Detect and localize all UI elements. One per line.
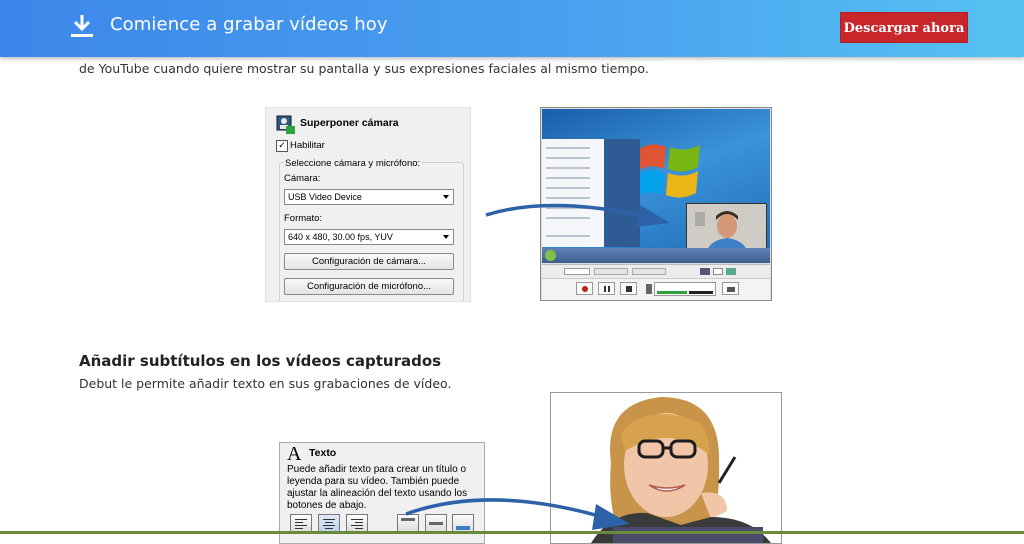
section-intro-text: de YouTube cuando quiere mostrar su pant… xyxy=(79,61,649,76)
enable-label: Habilitar xyxy=(290,140,325,151)
chevron-down-icon xyxy=(443,195,449,199)
text-caption-panel: A Texto Puede añadir texto para crear un… xyxy=(279,442,485,544)
download-now-button[interactable]: Descargar ahora xyxy=(840,12,968,43)
mic-settings-button[interactable]: Configuración de micrófono... xyxy=(284,278,454,295)
camera-label: Cámara: xyxy=(284,173,321,184)
section-heading: Añadir subtítulos en los vídeos capturad… xyxy=(79,352,442,370)
banner-title: Comience a grabar vídeos hoy xyxy=(110,14,388,35)
pause-button[interactable] xyxy=(598,282,615,295)
format-select-value: 640 x 480, 30.00 fps, YUV xyxy=(288,232,393,242)
desktop-wallpaper xyxy=(542,109,770,263)
webcam-overlay-icon xyxy=(276,115,295,134)
video-preview-photo xyxy=(550,392,782,544)
desktop-screenshot xyxy=(540,107,772,301)
camera-overlay-panel: Superponer cámara ✓ Habilitar Seleccione… xyxy=(265,107,471,302)
camera-select-value: USB Video Device xyxy=(288,192,362,202)
level-meter-icon xyxy=(646,284,652,294)
enable-checkbox[interactable]: ✓ xyxy=(276,140,288,152)
format-select[interactable]: 640 x 480, 30.00 fps, YUV xyxy=(284,229,454,245)
camera-select[interactable]: USB Video Device xyxy=(284,189,454,205)
time-display xyxy=(654,282,716,296)
format-label: Formato: xyxy=(284,213,323,224)
recorder-toolbar xyxy=(542,264,770,278)
camera-panel-title: Superponer cámara xyxy=(300,117,399,129)
record-button[interactable] xyxy=(576,282,593,295)
start-menu-right-pane xyxy=(604,139,640,247)
stop-button[interactable] xyxy=(620,282,637,295)
text-panel-title: Texto xyxy=(309,447,337,459)
windows-logo-icon xyxy=(635,144,700,198)
taskbar xyxy=(542,248,770,263)
recorder-controls xyxy=(542,278,770,300)
text-icon: A xyxy=(287,443,302,465)
camera-mic-group-label: Seleccione cámara y micrófono: xyxy=(283,158,423,169)
section-paragraph: Debut le permite añadir texto en sus gra… xyxy=(79,376,452,391)
chevron-down-icon xyxy=(443,235,449,239)
text-panel-description: Puede añadir texto para crear un título … xyxy=(287,464,468,511)
start-menu xyxy=(542,139,605,247)
camera-settings-button[interactable]: Configuración de cámara... xyxy=(284,253,454,270)
download-banner: Comience a grabar vídeos hoy Descargar a… xyxy=(0,0,1024,57)
download-icon[interactable] xyxy=(70,13,94,39)
camera-button[interactable] xyxy=(722,282,739,295)
